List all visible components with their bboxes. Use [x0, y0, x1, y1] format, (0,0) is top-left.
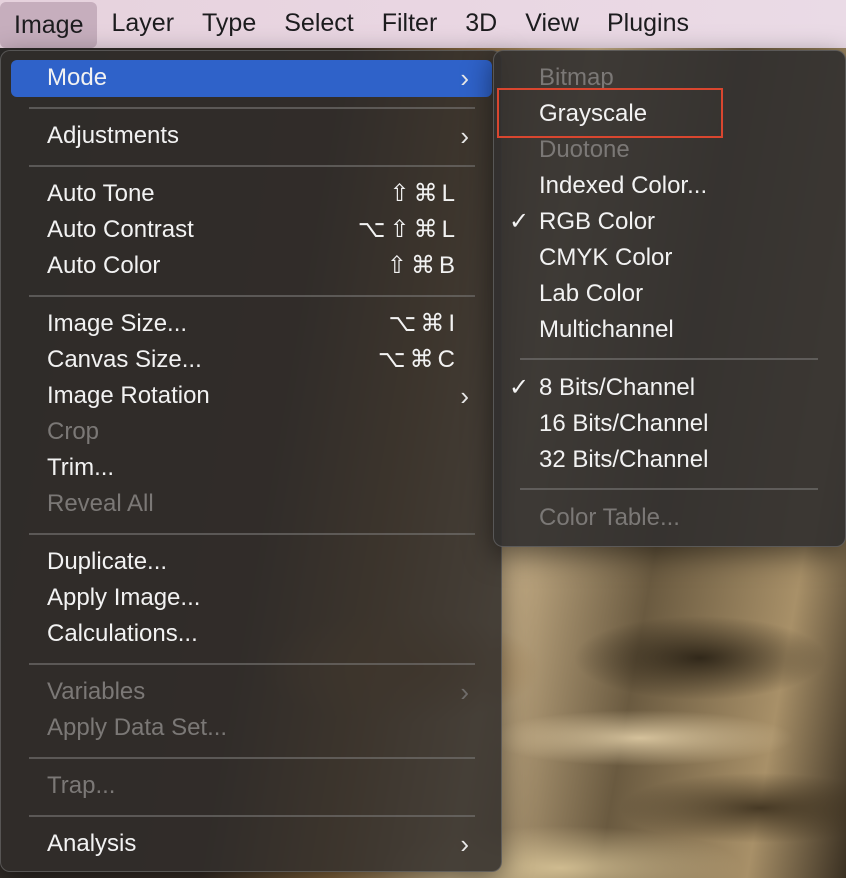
menu-item-label: Analysis	[47, 830, 137, 857]
submenu-item-16-bits[interactable]: 16 Bits/Channel	[539, 406, 829, 442]
menu-item-label: Apply Image...	[47, 584, 201, 611]
menu-item-label: 32 Bits/Channel	[539, 446, 709, 473]
menu-layer[interactable]: Layer	[97, 0, 188, 48]
menu-item-label: Canvas Size...	[47, 346, 202, 373]
menu-item-reveal-all: Reveal All	[47, 486, 477, 522]
shortcut-label: ⌥⌘I	[388, 310, 459, 337]
menu-item-label: RGB Color	[539, 208, 656, 235]
menu-item-auto-contrast[interactable]: Auto Contrast ⌥⇧⌘L	[47, 212, 477, 248]
chevron-right-icon: ›	[460, 677, 469, 707]
menu-item-label: Duplicate...	[47, 548, 168, 575]
submenu-item-multichannel[interactable]: Multichannel	[539, 312, 829, 348]
menu-item-auto-tone[interactable]: Auto Tone ⇧⌘L	[47, 176, 477, 212]
menu-separator	[29, 533, 475, 535]
menu-item-label: 16 Bits/Channel	[539, 410, 709, 437]
checkmark-icon: ✓	[509, 374, 530, 401]
menu-item-label: Variables	[47, 678, 146, 705]
menu-item-duplicate[interactable]: Duplicate...	[47, 544, 477, 580]
menu-item-label: Auto Contrast	[47, 216, 194, 243]
menu-item-trap: Trap...	[47, 768, 477, 804]
menu-item-label: Trim...	[47, 454, 115, 481]
menu-item-crop: Crop	[47, 414, 477, 450]
submenu-item-32-bits[interactable]: 32 Bits/Channel	[539, 442, 829, 478]
shortcut-label: ⌥⌘C	[378, 346, 459, 373]
menu-item-label: Indexed Color...	[539, 172, 708, 199]
submenu-item-rgb-color[interactable]: ✓ RGB Color	[509, 204, 829, 240]
menu-item-label: Calculations...	[47, 620, 198, 647]
menu-separator	[29, 165, 475, 167]
menu-item-label: Duotone	[539, 136, 630, 163]
menu-separator	[29, 663, 475, 665]
menu-item-label: Multichannel	[539, 316, 674, 343]
menu-item-label: Reveal All	[47, 490, 154, 517]
menu-view[interactable]: View	[511, 0, 593, 48]
menu-item-label: Color Table...	[539, 504, 680, 531]
menu-3d[interactable]: 3D	[451, 0, 511, 48]
menu-item-label: 8 Bits/Channel	[539, 374, 696, 401]
menu-bar: Image Layer Type Select Filter 3D View P…	[0, 0, 846, 48]
menu-item-label: Apply Data Set...	[47, 714, 228, 741]
submenu-item-color-table: Color Table...	[539, 500, 829, 536]
menu-select[interactable]: Select	[270, 0, 367, 48]
shortcut-label: ⇧⌘L	[389, 180, 459, 207]
submenu-item-cmyk-color[interactable]: CMYK Color	[539, 240, 829, 276]
chevron-right-icon: ›	[460, 63, 469, 93]
checkmark-icon: ✓	[509, 208, 530, 235]
shortcut-label: ⌥⇧⌘L	[357, 216, 459, 243]
menu-item-label: Auto Color	[47, 252, 161, 279]
submenu-item-indexed-color[interactable]: Indexed Color...	[539, 168, 829, 204]
menu-item-apply-data-set: Apply Data Set...	[47, 710, 477, 746]
menu-item-label: Mode	[47, 64, 108, 91]
chevron-right-icon: ›	[460, 121, 469, 151]
shortcut-label: ⇧⌘B	[386, 252, 459, 279]
menu-separator	[29, 757, 475, 759]
menu-item-image-rotation[interactable]: Image Rotation ›	[47, 378, 477, 414]
menu-item-apply-image[interactable]: Apply Image...	[47, 580, 477, 616]
image-menu: Mode › Adjustments › Auto Tone ⇧⌘L Auto …	[0, 50, 502, 872]
menu-item-variables: Variables ›	[47, 674, 477, 710]
menu-item-label: Auto Tone	[47, 180, 155, 207]
menu-separator	[29, 815, 475, 817]
submenu-item-8-bits[interactable]: ✓ 8 Bits/Channel	[509, 370, 829, 406]
menu-item-label: Trap...	[47, 772, 116, 799]
menu-item-label: Adjustments	[47, 122, 180, 149]
menu-plugins[interactable]: Plugins	[593, 0, 703, 48]
submenu-item-lab-color[interactable]: Lab Color	[539, 276, 829, 312]
menu-separator	[29, 107, 475, 109]
menu-item-auto-color[interactable]: Auto Color ⇧⌘B	[47, 248, 477, 284]
menu-item-calculations[interactable]: Calculations...	[47, 616, 477, 652]
chevron-right-icon: ›	[460, 381, 469, 411]
menu-item-image-size[interactable]: Image Size... ⌥⌘I	[47, 306, 477, 342]
menu-filter[interactable]: Filter	[368, 0, 452, 48]
menu-item-label: Crop	[47, 418, 100, 445]
menu-separator	[520, 358, 818, 360]
menu-item-label: Bitmap	[539, 64, 614, 91]
menu-separator	[29, 295, 475, 297]
menu-image[interactable]: Image	[0, 1, 98, 48]
menu-item-adjustments[interactable]: Adjustments ›	[47, 118, 477, 154]
menu-item-trim[interactable]: Trim...	[47, 450, 477, 486]
annotation-highlight-box	[497, 88, 723, 138]
menu-item-canvas-size[interactable]: Canvas Size... ⌥⌘C	[47, 342, 477, 378]
menu-item-mode[interactable]: Mode ›	[47, 60, 477, 96]
chevron-right-icon: ›	[460, 829, 469, 859]
menu-item-label: CMYK Color	[539, 244, 673, 271]
menu-type[interactable]: Type	[188, 0, 270, 48]
menu-item-label: Image Rotation	[47, 382, 210, 409]
menu-item-label: Image Size...	[47, 310, 188, 337]
menu-item-analysis[interactable]: Analysis ›	[47, 826, 477, 862]
menu-item-label: Lab Color	[539, 280, 644, 307]
menu-separator	[520, 488, 818, 490]
